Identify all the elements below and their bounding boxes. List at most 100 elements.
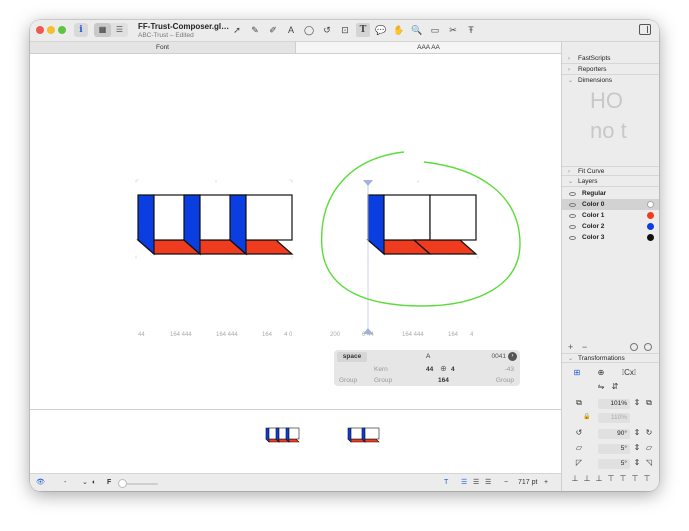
flip-vertical-icon[interactable]: ⇵ bbox=[610, 382, 620, 392]
tab-edit-text[interactable]: AAA AA bbox=[295, 42, 561, 53]
preview-size-slider[interactable] bbox=[122, 483, 158, 485]
section-layers[interactable]: ⌄ Layers bbox=[562, 177, 659, 187]
rotate-ccw-icon[interactable]: ↺ bbox=[574, 428, 584, 438]
unicode-value[interactable]: 0041 bbox=[492, 353, 506, 360]
color-swatch bbox=[647, 223, 654, 230]
layer-options-icon[interactable] bbox=[630, 343, 638, 351]
rsb-field[interactable]: 4 bbox=[451, 366, 455, 373]
visibility-icon[interactable] bbox=[569, 236, 576, 240]
skew-apply-icon[interactable]: ▱ bbox=[644, 443, 654, 453]
align-center-origin-icon[interactable]: ⊕ bbox=[596, 368, 606, 378]
flip-horizontal-icon[interactable]: ⇋ bbox=[596, 382, 606, 392]
master-select[interactable]: - bbox=[64, 478, 66, 488]
lock-icon[interactable]: 🔒 bbox=[582, 412, 592, 422]
sidebearing-link-icon[interactable]: ⊕ bbox=[439, 364, 448, 373]
layer-remove-icon[interactable] bbox=[644, 343, 652, 351]
slider-knob[interactable] bbox=[118, 479, 127, 488]
typewriter-tool-icon[interactable]: Ŧ bbox=[464, 23, 478, 37]
visibility-icon[interactable] bbox=[569, 192, 576, 196]
distribute-right-icon[interactable]: ⊥ bbox=[594, 474, 604, 484]
grid-view-icon[interactable]: ▦ bbox=[94, 23, 111, 37]
glyph-name-field[interactable]: space bbox=[337, 352, 367, 362]
slant-field[interactable]: 5° bbox=[598, 459, 630, 469]
skew-field[interactable]: 5° bbox=[598, 444, 630, 454]
group-right-field[interactable]: Group bbox=[496, 377, 514, 384]
align-right-icon[interactable]: ☰ bbox=[485, 478, 491, 488]
visibility-icon[interactable] bbox=[569, 225, 576, 229]
layer-color-2[interactable]: Color 2 bbox=[562, 221, 659, 232]
distribute-middle-icon[interactable]: ⊤ bbox=[618, 474, 628, 484]
zoom-window-button[interactable] bbox=[58, 26, 66, 34]
hand-tool-icon[interactable]: ✋ bbox=[392, 23, 406, 37]
zoom-level[interactable]: 717 pt bbox=[518, 478, 537, 488]
scale-icon[interactable]: ⧉ bbox=[574, 398, 584, 408]
distribute-extra-icon[interactable]: ⊤ bbox=[642, 474, 652, 484]
section-dimensions[interactable]: ⌄ Dimensions bbox=[562, 76, 659, 86]
visibility-icon[interactable] bbox=[569, 203, 576, 207]
add-layer-button[interactable]: + bbox=[568, 342, 573, 352]
zoom-tool-icon[interactable]: 🔍 bbox=[410, 23, 424, 37]
shape-tool-icon[interactable]: ◯ bbox=[302, 23, 316, 37]
scale-field[interactable]: 101% bbox=[598, 399, 630, 409]
section-reporters[interactable]: › Reporters bbox=[562, 65, 659, 75]
dropdown-chevron-icon[interactable]: ⌄ bbox=[82, 478, 88, 488]
kern-right-field[interactable]: -43 bbox=[505, 366, 514, 373]
group-left-field[interactable]: Group bbox=[374, 377, 392, 384]
stepper-icon[interactable]: ⇕ bbox=[632, 398, 642, 408]
layer-regular[interactable]: Regular bbox=[562, 188, 659, 199]
unicode-arrow-icon[interactable]: › bbox=[508, 352, 517, 361]
align-cx-icon[interactable]: ⁞Cx⁞ bbox=[618, 368, 640, 378]
measure-tool-icon[interactable]: ▭ bbox=[428, 23, 442, 37]
stepper-icon[interactable]: ⇕ bbox=[632, 458, 642, 468]
lsb-field[interactable]: 44 bbox=[426, 366, 433, 373]
visibility-icon[interactable] bbox=[569, 214, 576, 218]
zoom-in-button[interactable]: + bbox=[544, 478, 548, 488]
align-grid-icon[interactable]: ⊞ bbox=[572, 368, 582, 378]
rotate-cw-icon[interactable]: ↻ bbox=[644, 428, 654, 438]
section-fit-curve[interactable]: › Fit Curve bbox=[562, 166, 659, 176]
rotate-field[interactable]: 90° bbox=[598, 429, 630, 439]
tab-font[interactable]: Font bbox=[30, 42, 295, 53]
metric-value: 0 44 bbox=[362, 332, 374, 338]
distribute-left-icon[interactable]: ⊥ bbox=[570, 474, 580, 484]
cut-tool-icon[interactable]: ✂ bbox=[446, 23, 460, 37]
section-transformations[interactable]: ⌄ Transformations bbox=[562, 353, 659, 363]
rotate-tool-icon[interactable]: ↺ bbox=[320, 23, 334, 37]
distribute-center-icon[interactable]: ⊥ bbox=[582, 474, 592, 484]
align-center-icon[interactable]: ☰ bbox=[473, 478, 479, 488]
text-tool-toggle-icon[interactable]: T bbox=[444, 478, 448, 488]
scale-tool-icon[interactable]: ⊡ bbox=[338, 23, 352, 37]
layer-color-1[interactable]: Color 1 bbox=[562, 210, 659, 221]
font-letter: F bbox=[107, 479, 112, 486]
slant-apply-icon[interactable]: ◹ bbox=[644, 458, 654, 468]
sidebar-toggle-icon[interactable] bbox=[639, 24, 651, 35]
distribute-top-icon[interactable]: ⊤ bbox=[606, 474, 616, 484]
width-field[interactable]: 164 bbox=[438, 377, 449, 384]
distribute-bottom-icon[interactable]: ⊤ bbox=[630, 474, 640, 484]
section-fastscripts[interactable]: › FastScripts bbox=[562, 54, 659, 64]
layer-color-0[interactable]: Color 0 bbox=[562, 199, 659, 210]
eye-icon[interactable]: 👁 bbox=[36, 478, 45, 488]
text-tool-icon[interactable]: T bbox=[356, 23, 370, 37]
annotation-tool-icon[interactable]: 💬 bbox=[374, 23, 388, 37]
align-left-icon[interactable]: ☰ bbox=[461, 478, 467, 488]
skew-icon[interactable]: ▱ bbox=[574, 443, 584, 453]
pen-tool-icon[interactable]: ✎ bbox=[248, 23, 262, 37]
stepper-icon[interactable]: ⇕ bbox=[632, 443, 642, 453]
scale-vertical-field[interactable]: 110% bbox=[598, 413, 630, 423]
slant-icon[interactable]: ◸ bbox=[574, 458, 584, 468]
select-tool-icon[interactable]: ➚ bbox=[230, 23, 244, 37]
view-toggle[interactable]: ▦ ☰ bbox=[94, 23, 128, 37]
primitives-tool-icon[interactable]: A bbox=[284, 23, 298, 37]
layer-color-3[interactable]: Color 3 bbox=[562, 232, 659, 243]
draw-tool-icon[interactable]: ✐ bbox=[266, 23, 280, 37]
info-icon[interactable]: i bbox=[74, 23, 88, 37]
scale-apply-icon[interactable]: ⧉ bbox=[644, 398, 654, 408]
minimize-window-button[interactable] bbox=[47, 26, 55, 34]
close-window-button[interactable] bbox=[36, 26, 44, 34]
zoom-out-button[interactable]: − bbox=[504, 478, 508, 488]
list-view-icon[interactable]: ☰ bbox=[111, 23, 128, 37]
stepper-icon[interactable]: ⇕ bbox=[632, 428, 642, 438]
remove-layer-button[interactable]: − bbox=[582, 342, 587, 352]
contrast-icon[interactable]: ◐ bbox=[92, 478, 96, 488]
